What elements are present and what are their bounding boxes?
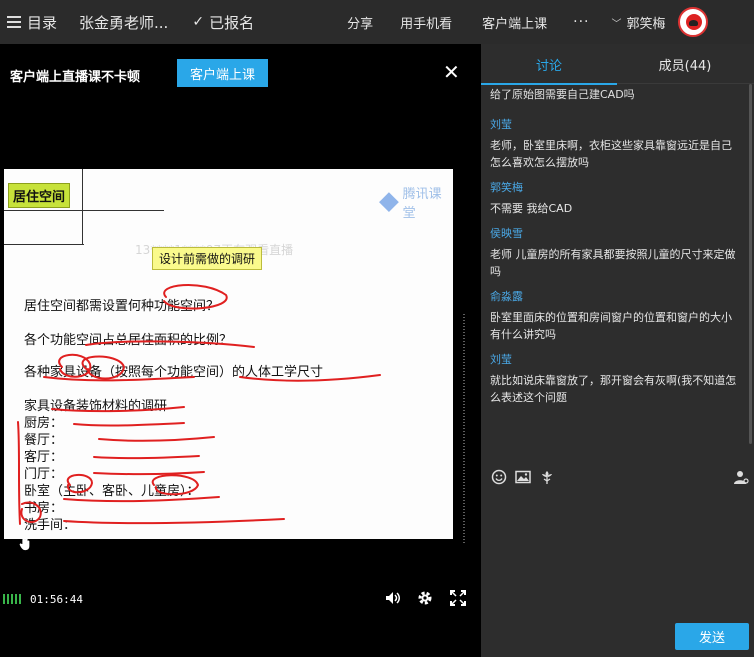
elapsed-time: 01:56:44 bbox=[30, 593, 83, 606]
watch-on-phone-button[interactable]: 用手机看 bbox=[400, 13, 452, 32]
tab-discussion[interactable]: 讨论 bbox=[481, 44, 617, 85]
message-author[interactable]: 刘莹 bbox=[490, 351, 749, 369]
open-client-button[interactable]: 客户端上课 bbox=[177, 59, 268, 87]
message-author[interactable]: 俞淼露 bbox=[490, 288, 749, 306]
toc-label: 目录 bbox=[27, 13, 58, 32]
menu-icon bbox=[7, 16, 21, 28]
volume-icon[interactable] bbox=[385, 590, 401, 606]
video-area[interactable]: 客户端上直播课不卡顿 客户端上课 ✕ 居住空间 腾讯课堂 13****1****… bbox=[0, 44, 481, 657]
slide-side-text bbox=[463, 314, 465, 544]
message-author[interactable]: 侯映雪 bbox=[490, 225, 749, 243]
panel-tabs: 讨论 成员(44) bbox=[481, 44, 754, 85]
list-item: 侯映雪 老师 儿童房的所有家具都要按照儿童的尺寸来定做吗 bbox=[490, 225, 749, 280]
check-icon: ✓ bbox=[192, 14, 205, 30]
gear-icon[interactable] bbox=[417, 590, 433, 606]
client-class-button[interactable]: 客户端上课 bbox=[482, 13, 547, 32]
message-body: 给了原始图需要自己建CAD吗 bbox=[490, 88, 635, 101]
message-list[interactable]: 给了原始图需要自己建CAD吗 刘莹 老师，卧室里床啊，衣柜这些家具靠窗远近是自己… bbox=[481, 84, 749, 469]
send-button[interactable]: 发送 bbox=[675, 623, 749, 650]
share-button[interactable]: 分享 bbox=[347, 13, 373, 32]
top-bar: 目录 张金勇老师... ✓ 已报名 分享 用手机看 客户端上课 ··· ﹀ 郭笑… bbox=[0, 0, 754, 44]
message-body: 老师，卧室里床啊，衣柜这些家具靠窗远近是自己怎么喜欢怎么摆放吗 bbox=[490, 139, 732, 169]
promo-text: 客户端上直播课不卡顿 bbox=[10, 70, 141, 85]
slide-content: 居住空间 腾讯课堂 13****1****97正在观看直播 设计前需做的调研 居… bbox=[4, 169, 453, 539]
fullscreen-icon[interactable] bbox=[450, 590, 466, 606]
chat-toolbar bbox=[481, 469, 754, 493]
scrollbar[interactable] bbox=[749, 84, 752, 444]
toc-button[interactable]: 目录 bbox=[0, 12, 57, 33]
message-author[interactable]: 刘莹 bbox=[490, 116, 749, 134]
close-icon[interactable]: ✕ bbox=[443, 60, 460, 84]
tab-members[interactable]: 成员(44) bbox=[617, 44, 753, 84]
enrolled-label: 已报名 bbox=[209, 13, 255, 32]
more-button[interactable]: ··· bbox=[573, 14, 589, 30]
message-body: 老师 儿童房的所有家具都要按照儿童的尺寸来定做吗 bbox=[490, 248, 736, 278]
list-item: 郭笑梅 不需要 我给CAD bbox=[490, 179, 749, 217]
message-body: 就比如说床靠窗放了，那开窗会有灰啊(我不知道怎么表述这个问题 bbox=[490, 374, 737, 404]
volume-level-icon bbox=[3, 594, 21, 604]
message-input[interactable] bbox=[481, 494, 754, 624]
image-icon[interactable] bbox=[515, 469, 531, 485]
user-menu[interactable]: ﹀ 郭笑梅 bbox=[611, 13, 665, 32]
course-title: 张金勇老师... bbox=[79, 13, 169, 32]
flower-icon[interactable] bbox=[539, 469, 555, 485]
list-item: 俞淼露 卧室里面床的位置和房间窗户的位置和窗户的大小有什么讲究吗 bbox=[490, 288, 749, 343]
chevron-down-icon: ﹀ bbox=[611, 18, 622, 30]
emoji-icon[interactable] bbox=[491, 469, 507, 485]
annotation-ink bbox=[17, 284, 381, 525]
hand-icon[interactable] bbox=[18, 537, 32, 551]
message-author[interactable]: 郭笑梅 bbox=[490, 179, 749, 197]
discussion-panel: 讨论 成员(44) 给了原始图需要自己建CAD吗 刘莹 老师，卧室里床啊，衣柜这… bbox=[481, 44, 754, 657]
list-item: 刘莹 就比如说床靠窗放了，那开窗会有灰啊(我不知道怎么表述这个问题 bbox=[490, 351, 749, 406]
message-body: 卧室里面床的位置和房间窗户的位置和窗户的大小有什么讲究吗 bbox=[490, 311, 732, 341]
message-body: 不需要 我给CAD bbox=[490, 202, 573, 215]
avatar[interactable] bbox=[677, 7, 708, 37]
user-settings-icon[interactable] bbox=[733, 469, 749, 485]
list-item: 刘莹 老师，卧室里床啊，衣柜这些家具靠窗远近是自己怎么喜欢怎么摆放吗 bbox=[490, 116, 749, 171]
enrolled-status: ✓ 已报名 bbox=[192, 12, 254, 33]
user-name: 郭笑梅 bbox=[626, 16, 666, 32]
